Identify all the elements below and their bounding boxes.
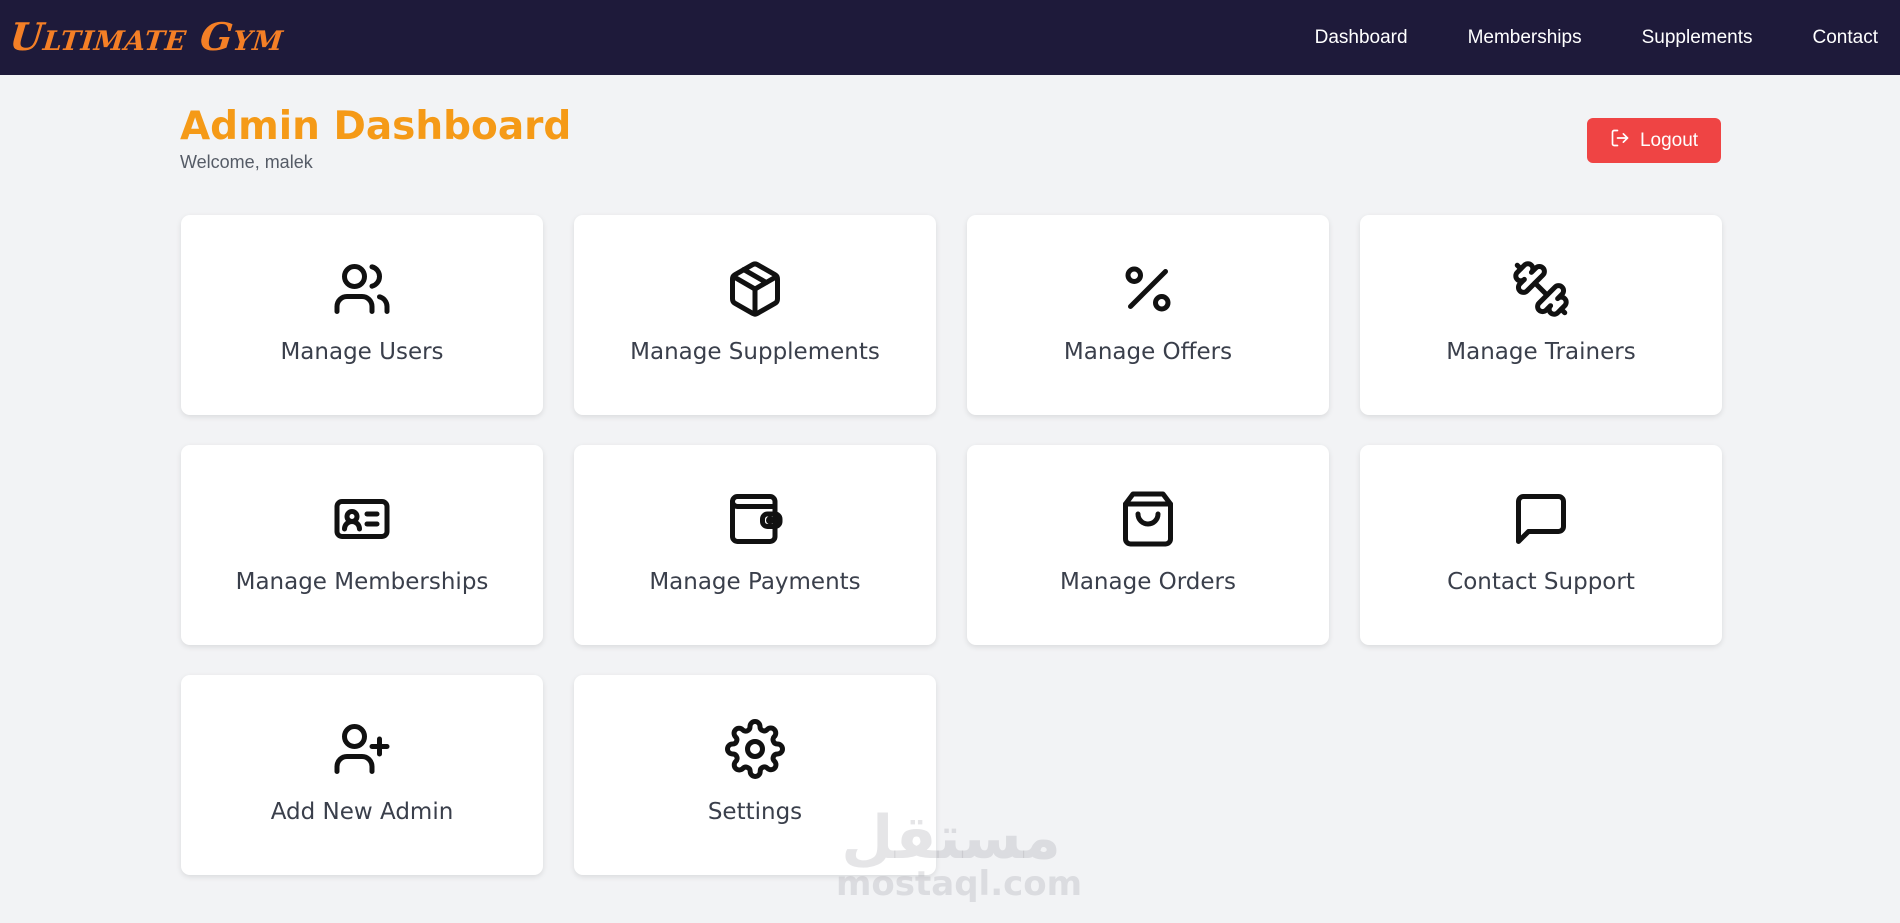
card-manage-users[interactable]: Manage Users <box>181 215 543 415</box>
card-label: Manage Offers <box>1063 339 1233 365</box>
nav-link-dashboard[interactable]: Dashboard <box>1315 27 1408 49</box>
page-header: Admin Dashboard Welcome, malek <box>180 104 1720 174</box>
card-manage-supplements[interactable]: Manage Supplements <box>574 215 936 415</box>
nav-links: Dashboard Memberships Supplements Contac… <box>1315 0 1878 75</box>
users-icon <box>332 259 392 319</box>
card-label: Manage Supplements <box>630 339 880 365</box>
brand-logo[interactable]: Ultimate Gym <box>8 14 286 59</box>
top-navbar: Ultimate Gym Dashboard Memberships Suppl… <box>0 0 1900 75</box>
settings-icon <box>725 719 785 779</box>
page-title: Admin Dashboard <box>180 104 572 149</box>
nav-link-supplements[interactable]: Supplements <box>1642 27 1753 49</box>
card-manage-trainers[interactable]: Manage Trainers <box>1360 215 1722 415</box>
card-label: Add New Admin <box>270 799 454 825</box>
welcome-text: Welcome, malek <box>180 152 313 172</box>
card-label: Settings <box>707 799 803 825</box>
card-label: Manage Orders <box>1059 569 1236 595</box>
card-label: Manage Payments <box>649 569 861 595</box>
card-manage-offers[interactable]: Manage Offers <box>967 215 1329 415</box>
shopping-bag-icon <box>1118 489 1178 549</box>
logout-button[interactable]: Logout <box>1587 118 1721 163</box>
card-label: Manage Trainers <box>1446 339 1636 365</box>
package-icon <box>725 259 785 319</box>
admin-cards-grid: Manage Users Manage Supplements Manage O… <box>181 215 1722 875</box>
id-card-icon <box>332 489 392 549</box>
logout-label: Logout <box>1639 129 1699 151</box>
dumbbell-icon <box>1511 259 1571 319</box>
percent-icon <box>1118 259 1178 319</box>
card-label: Manage Users <box>280 339 444 365</box>
wallet-icon <box>725 489 785 549</box>
card-label: Contact Support <box>1447 569 1635 595</box>
card-manage-payments[interactable]: Manage Payments <box>574 445 936 645</box>
card-label: Manage Memberships <box>235 569 489 595</box>
nav-link-contact[interactable]: Contact <box>1813 27 1878 49</box>
card-add-new-admin[interactable]: Add New Admin <box>181 675 543 875</box>
nav-link-memberships[interactable]: Memberships <box>1468 27 1582 49</box>
message-icon <box>1511 489 1571 549</box>
card-manage-orders[interactable]: Manage Orders <box>967 445 1329 645</box>
logout-icon <box>1610 128 1630 154</box>
card-manage-memberships[interactable]: Manage Memberships <box>181 445 543 645</box>
user-plus-icon <box>332 719 392 779</box>
card-settings[interactable]: Settings <box>574 675 936 875</box>
card-contact-support[interactable]: Contact Support <box>1360 445 1722 645</box>
